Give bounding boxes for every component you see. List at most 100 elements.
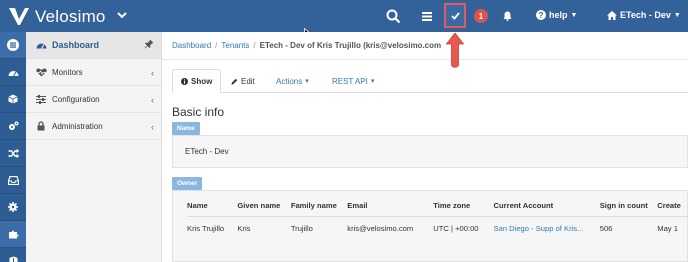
- name-tag: Name: [172, 122, 200, 135]
- dashboard-icon: [8, 70, 18, 76]
- owner-panel: Name Given name Family name Email Time z…: [172, 190, 688, 262]
- tab-edit[interactable]: Edit: [223, 69, 263, 93]
- sidebar-item-administration[interactable]: Administration ‹: [26, 113, 161, 140]
- rail-shuffle[interactable]: [0, 140, 26, 167]
- bell-icon[interactable]: [500, 0, 514, 32]
- breadcrumb: Dashboard / Tenants / ETech - Dev of Kri…: [172, 41, 441, 50]
- current-account-link[interactable]: San Diego - Supp of Kris...: [494, 217, 600, 233]
- gear-icon: [8, 202, 18, 212]
- question-icon: ?: [536, 10, 546, 20]
- puzzle-icon: [8, 230, 18, 239]
- column-header: Time zone: [433, 201, 494, 217]
- tab-show[interactable]: Show: [172, 69, 222, 93]
- owner-tag: Owner: [172, 177, 203, 190]
- tab-label: Edit: [241, 76, 255, 86]
- home-icon: [607, 10, 617, 20]
- shuffle-icon: [8, 148, 19, 158]
- rail-inbox[interactable]: [0, 167, 26, 194]
- dashboard-icon: [35, 41, 47, 49]
- section-title: Basic info: [172, 105, 225, 119]
- owner-table: Name Given name Family name Email Time z…: [187, 201, 687, 233]
- caret-down-icon: ▼: [570, 11, 578, 19]
- rail-puzzle[interactable]: [0, 221, 26, 248]
- column-header: Sign in count: [599, 201, 658, 217]
- breadcrumb-tenants[interactable]: Tenants: [221, 41, 249, 50]
- top-navbar: Velosimo 1 ? help ▼ ETech - Dev ▼: [0, 0, 688, 32]
- cogs-icon: [8, 121, 18, 130]
- column-header: Email: [347, 201, 434, 217]
- sidebar-item-monitors[interactable]: Monitors ‹: [26, 59, 161, 86]
- tab-label: Actions: [276, 76, 303, 86]
- info-icon: [181, 77, 188, 85]
- sidebar-item-configuration[interactable]: Configuration ‹: [26, 86, 161, 113]
- chevron-left-icon: ‹: [151, 122, 154, 132]
- velosimo-logo-icon[interactable]: [8, 5, 30, 27]
- sidebar-item-label: Monitors: [52, 67, 83, 77]
- icon-rail: [0, 32, 26, 262]
- breadcrumb-separator: /: [215, 41, 218, 50]
- lock-icon: [35, 121, 47, 131]
- check-icon: [450, 11, 460, 20]
- table-row: Kris Trujillo Kris Trujillo kris@velosim…: [187, 217, 687, 233]
- column-header: Create: [657, 201, 687, 217]
- sidebar-item-label: Dashboard: [52, 40, 100, 50]
- sidebar-item-dashboard[interactable]: Dashboard: [26, 32, 161, 59]
- caret-down-icon: ▾: [305, 78, 309, 85]
- table-cell: Kris: [237, 224, 251, 233]
- rail-gear[interactable]: [0, 194, 26, 221]
- column-header: Name: [187, 201, 238, 217]
- pencil-icon: [231, 78, 238, 84]
- rail-dashboard[interactable]: [0, 59, 26, 86]
- rail-cube[interactable]: [0, 86, 26, 113]
- cube-icon: [8, 94, 18, 104]
- list-icon[interactable]: [420, 0, 434, 32]
- notification-badge[interactable]: 1: [474, 9, 488, 23]
- name-panel: ETech - Dev: [172, 135, 688, 168]
- rail-toggle-button[interactable]: [0, 32, 26, 59]
- column-header: Given name: [237, 201, 291, 217]
- table-cell: Kris Trujillo: [187, 224, 225, 233]
- search-icon[interactable]: [383, 0, 403, 32]
- tenant-name-value: ETech - Dev: [185, 147, 229, 156]
- heartbeat-icon: [35, 68, 47, 77]
- table-cell: 506: [599, 224, 613, 233]
- record-tabs: Show Edit Actions ▾ REST API ▾: [172, 69, 688, 93]
- table-header-row: Name Given name Family name Email Time z…: [187, 201, 687, 217]
- svg-text:?: ?: [539, 11, 544, 20]
- column-header: Family name: [290, 201, 348, 217]
- sidebar: Dashboard Monitors ‹ Configuration ‹ Adm…: [26, 32, 162, 262]
- rail-shield[interactable]: [0, 248, 26, 262]
- column-header: Current Account: [493, 201, 600, 217]
- chevron-left-icon: ‹: [151, 95, 154, 105]
- table-cell: kris@velosimo.com: [347, 224, 414, 233]
- main-content: Dashboard / Tenants / ETech - Dev of Kri…: [162, 32, 688, 262]
- sidebar-item-label: Administration: [52, 121, 103, 131]
- pin-icon[interactable]: [144, 39, 154, 49]
- chevron-down-icon[interactable]: [116, 9, 128, 21]
- annotation-arrow-icon: [445, 32, 465, 68]
- divider: [162, 59, 688, 60]
- help-label: help: [549, 10, 568, 20]
- brand-name[interactable]: Velosimo: [35, 7, 106, 27]
- tab-label: Show: [191, 76, 213, 86]
- menu-circle-icon: [7, 39, 19, 51]
- shield-icon: [9, 256, 17, 262]
- table-cell: UTC | +00:00: [433, 224, 479, 233]
- caret-down-icon: ▾: [370, 78, 375, 85]
- table-cell: Trujillo: [290, 224, 313, 233]
- sidebar-item-label: Configuration: [52, 94, 100, 104]
- tab-rest-api[interactable]: REST API ▾: [324, 69, 382, 93]
- breadcrumb-separator: /: [253, 41, 256, 50]
- sliders-icon: [35, 94, 47, 104]
- help-menu[interactable]: ? help ▼: [536, 10, 577, 20]
- task-check-button[interactable]: [444, 3, 466, 28]
- tab-actions[interactable]: Actions ▾: [268, 69, 317, 93]
- caret-down-icon: ▼: [673, 11, 681, 19]
- tab-label: REST API: [332, 76, 368, 86]
- breadcrumb-current: ETech - Dev of Kris Trujillo (kris@velos…: [259, 41, 442, 50]
- table-cell: May 1: [657, 224, 678, 233]
- rail-settings[interactable]: [0, 113, 26, 140]
- tenant-menu[interactable]: ETech - Dev ▼: [607, 10, 681, 20]
- chevron-left-icon: ‹: [151, 68, 154, 78]
- breadcrumb-dashboard[interactable]: Dashboard: [172, 41, 211, 50]
